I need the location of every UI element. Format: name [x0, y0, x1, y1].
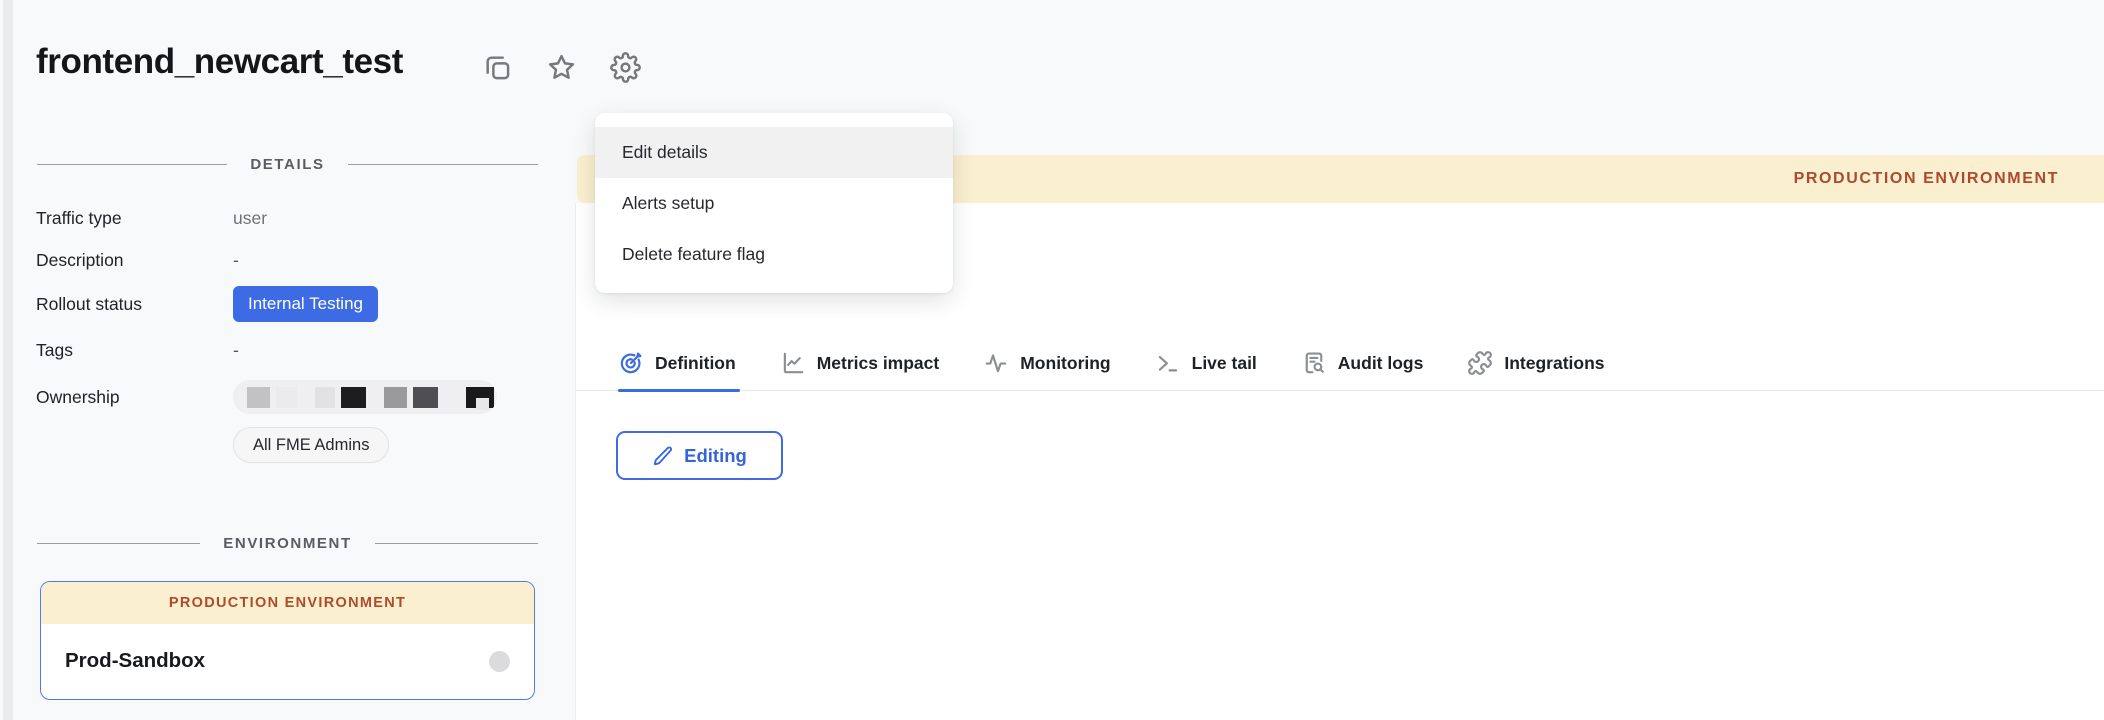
page-title: frontend_newcart_test — [36, 42, 403, 82]
redacted-block — [276, 387, 297, 408]
tab-label: Definition — [655, 353, 736, 374]
tab-label: Integrations — [1504, 353, 1604, 374]
ownership-group-chip[interactable]: All FME Admins — [233, 427, 389, 463]
redacted-block — [341, 387, 366, 408]
description-label: Description — [36, 250, 233, 271]
detail-row-description: Description - — [36, 246, 538, 274]
tab-live-tail[interactable]: Live tail — [1155, 336, 1257, 390]
tab-label: Live tail — [1192, 353, 1257, 374]
chart-line-icon — [780, 350, 806, 376]
puzzle-icon — [1467, 350, 1493, 376]
traffic-type-label: Traffic type — [36, 208, 233, 229]
window-edge-strip — [3, 0, 13, 720]
traffic-type-value: user — [233, 208, 267, 229]
environment-card[interactable]: PRODUCTION ENVIRONMENT Prod-Sandbox — [40, 581, 535, 700]
detail-row-ownership: Ownership — [36, 378, 538, 416]
redacted-block — [384, 387, 407, 408]
gear-icon — [610, 52, 641, 83]
menu-item-edit-details[interactable]: Edit details — [595, 127, 953, 178]
ownership-label: Ownership — [36, 387, 233, 408]
detail-row-rollout-status: Rollout status Internal Testing — [36, 285, 538, 323]
tab-metrics-impact[interactable]: Metrics impact — [780, 336, 940, 390]
details-section-header: DETAILS — [37, 156, 538, 173]
tab-monitoring[interactable]: Monitoring — [983, 336, 1110, 390]
detail-row-traffic-type: Traffic type user — [36, 204, 538, 232]
rollout-status-badge[interactable]: Internal Testing — [233, 286, 378, 322]
terminal-icon — [1155, 350, 1181, 376]
environment-card-banner: PRODUCTION ENVIRONMENT — [41, 582, 534, 624]
environment-row: Prod-Sandbox — [41, 624, 534, 698]
redacted-owner-avatars — [233, 380, 497, 414]
pulse-icon — [983, 350, 1009, 376]
menu-item-delete-feature-flag[interactable]: Delete feature flag — [595, 229, 953, 280]
redacted-block — [413, 387, 438, 408]
redacted-block — [315, 387, 335, 408]
tab-bar: Definition Metrics impact Monitoring — [576, 336, 2104, 391]
environment-status-dot — [489, 651, 510, 672]
favorite-button[interactable] — [545, 51, 578, 84]
editing-button[interactable]: Editing — [616, 431, 783, 480]
rollout-status-label: Rollout status — [36, 294, 233, 315]
environment-heading: ENVIRONMENT — [223, 535, 351, 552]
settings-dropdown-menu: Edit details Alerts setup Delete feature… — [595, 113, 953, 293]
tab-label: Metrics impact — [817, 353, 940, 374]
tab-integrations[interactable]: Integrations — [1467, 336, 1604, 390]
tab-label: Monitoring — [1020, 353, 1110, 374]
feature-flag-page: frontend_newcart_test — [0, 0, 2104, 720]
tab-audit-logs[interactable]: Audit logs — [1301, 336, 1424, 390]
tags-label: Tags — [36, 340, 233, 361]
title-actions — [481, 51, 642, 84]
divider — [375, 543, 538, 544]
production-environment-banner-text: PRODUCTION ENVIRONMENT — [1794, 170, 2059, 188]
environment-name: Prod-Sandbox — [65, 649, 205, 673]
redacted-block — [476, 398, 489, 410]
flag-settings-button[interactable] — [609, 51, 642, 84]
tags-value: - — [233, 340, 239, 361]
tab-definition[interactable]: Definition — [618, 336, 736, 390]
audit-log-icon — [1301, 350, 1327, 376]
pencil-icon — [652, 445, 673, 466]
divider — [37, 543, 200, 544]
redacted-block — [247, 387, 270, 408]
tab-label: Audit logs — [1338, 353, 1424, 374]
divider — [348, 164, 538, 165]
target-icon — [618, 350, 644, 376]
environment-section-header: ENVIRONMENT — [37, 535, 538, 552]
copy-icon — [482, 52, 513, 83]
details-heading: DETAILS — [250, 156, 324, 173]
detail-row-tags: Tags - — [36, 336, 538, 364]
copy-name-button[interactable] — [481, 51, 514, 84]
divider — [37, 164, 227, 165]
editing-button-label: Editing — [684, 445, 747, 467]
star-icon — [546, 52, 577, 83]
menu-item-alerts-setup[interactable]: Alerts setup — [595, 178, 953, 229]
description-value: - — [233, 250, 239, 271]
